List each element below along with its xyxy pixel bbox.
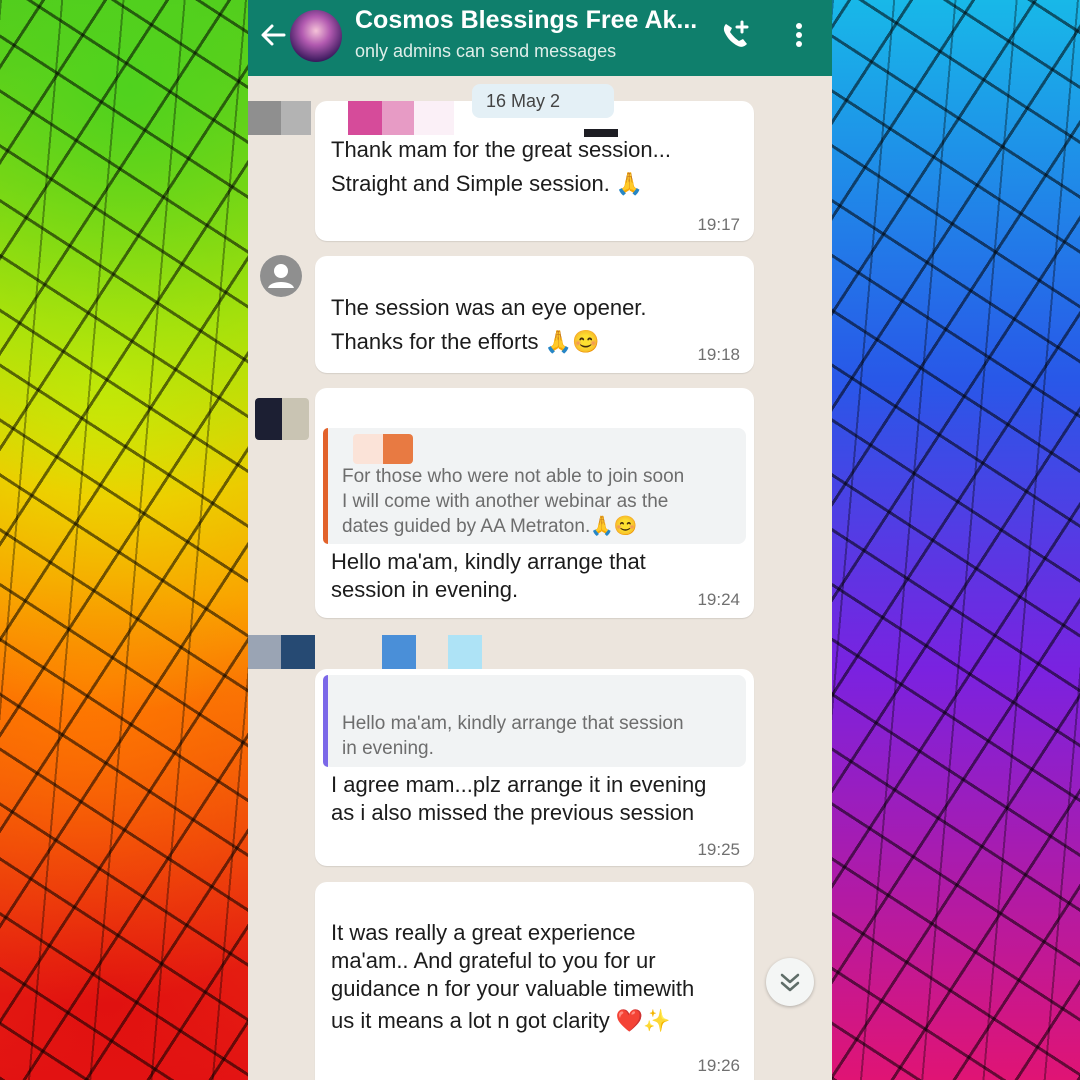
message-bubble[interactable]: Thank mam for the great session... Strai…: [248, 101, 754, 241]
date-chip: 16 May 2: [472, 84, 614, 118]
quote-bar: [323, 428, 328, 544]
message-bubble[interactable]: For those who were not able to join soon…: [315, 388, 754, 618]
decorative-background-right: [832, 0, 1080, 1080]
more-vertical-icon[interactable]: [784, 18, 814, 52]
quoted-message[interactable]: Hello ma'am, kindly arrange that session…: [323, 675, 746, 767]
quoted-text: For those who were not able to join soon…: [342, 466, 685, 537]
message-time: 19:25: [697, 840, 740, 859]
message-bubble[interactable]: It was really a great experience ma'am..…: [315, 882, 754, 1080]
message-text: Thank mam for the great session... Strai…: [331, 137, 671, 196]
message-text: The session was an eye opener. Thanks fo…: [331, 295, 647, 354]
avatar-blurred[interactable]: [255, 398, 309, 440]
group-title[interactable]: Cosmos Blessings Free Ak...: [355, 6, 715, 35]
sender-name-blurred: [248, 635, 488, 669]
avatar[interactable]: [260, 255, 302, 297]
message-time: 19:24: [697, 590, 740, 609]
message-time: 19:17: [697, 215, 740, 234]
quoted-text: Hello ma'am, kindly arrange that session…: [342, 713, 684, 759]
quoted-sender-blurred: [353, 434, 413, 464]
default-user-icon: [260, 255, 302, 297]
message-time: 19:18: [697, 345, 740, 364]
add-call-icon[interactable]: [718, 18, 752, 52]
message-bubble[interactable]: Hello ma'am, kindly arrange that session…: [315, 669, 754, 866]
quoted-message[interactable]: For those who were not able to join soon…: [323, 428, 746, 544]
message-text: Hello ma'am, kindly arrange that session…: [331, 549, 646, 602]
scroll-to-bottom-button[interactable]: [766, 958, 814, 1006]
message-time: 19:26: [697, 1056, 740, 1075]
whatsapp-screen: Cosmos Blessings Free Ak... only admins …: [248, 0, 832, 1080]
arrow-left-icon[interactable]: [258, 20, 288, 50]
message-text: I agree mam...plz arrange it in evening …: [331, 772, 707, 825]
chat-header: Cosmos Blessings Free Ak... only admins …: [248, 0, 832, 76]
message-list[interactable]: Thank mam for the great session... Strai…: [248, 76, 832, 1080]
group-subtitle: only admins can send messages: [355, 41, 617, 61]
double-chevron-down-icon: [780, 973, 800, 992]
message-text: It was really a great experience ma'am..…: [331, 920, 695, 1033]
quote-bar: [323, 675, 328, 767]
message-bubble[interactable]: The session was an eye opener. Thanks fo…: [315, 256, 754, 373]
group-avatar[interactable]: [290, 10, 342, 62]
